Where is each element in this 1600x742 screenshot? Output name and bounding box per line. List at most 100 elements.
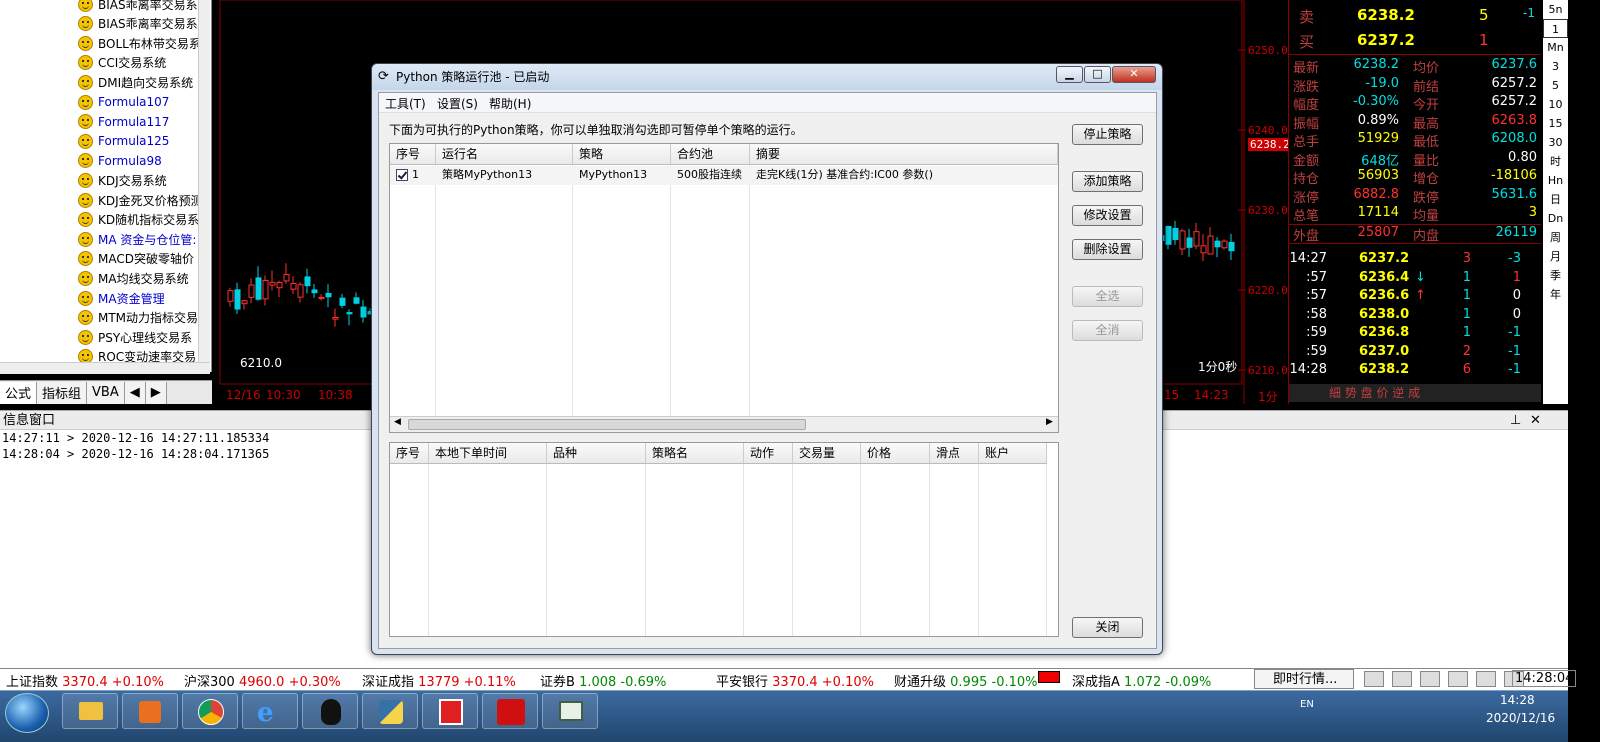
ticker-item[interactable]: 上证指数 3370.4 +0.10% bbox=[6, 671, 164, 690]
explorer-taskbar-button[interactable] bbox=[62, 693, 118, 729]
period-button[interactable]: 1 bbox=[1543, 19, 1568, 38]
realtime-quote-button[interactable]: 即时行情... bbox=[1254, 669, 1354, 689]
editor-taskbar-button[interactable] bbox=[422, 693, 478, 729]
tree-item[interactable]: KDJ交易系统 bbox=[78, 170, 167, 190]
period-button[interactable]: Dn bbox=[1543, 209, 1568, 228]
tab-formula[interactable]: 公式 bbox=[0, 381, 38, 404]
order-column-header[interactable]: 交易量 bbox=[793, 443, 861, 464]
language-indicator[interactable]: EN bbox=[1300, 699, 1314, 710]
ticker-item[interactable]: 深证成指 13779 +0.11% bbox=[362, 671, 516, 690]
order-column-header[interactable]: 策略名 bbox=[646, 443, 744, 464]
period-button[interactable]: 15 bbox=[1543, 114, 1568, 133]
period-label[interactable]: 1分 bbox=[1258, 388, 1278, 405]
tree-item[interactable]: CCI交易系统 bbox=[78, 53, 166, 73]
strategy-column-header[interactable]: 合约池 bbox=[671, 144, 750, 165]
tab-scroll-left[interactable]: ◀ bbox=[124, 381, 146, 404]
tree-item[interactable]: MA 资金与仓位管: bbox=[78, 229, 196, 249]
ticker-item[interactable]: 证券B 1.008 -0.69% bbox=[540, 671, 666, 690]
maximize-button[interactable]: □ bbox=[1084, 66, 1111, 83]
dialog-titlebar[interactable]: ⟳ Python 策略运行池 - 已启动 ▁ □ ✕ bbox=[372, 64, 1162, 90]
tree-item[interactable]: KD随机指标交易系 bbox=[78, 210, 199, 230]
strategy-column-header[interactable]: 序号 bbox=[390, 144, 436, 165]
period-button[interactable]: 5 bbox=[1543, 76, 1568, 95]
order-column-header[interactable]: 账户 bbox=[979, 443, 1047, 464]
strategy-column-header[interactable]: 摘要 bbox=[750, 144, 1058, 165]
tree-item[interactable]: BOLL布林带交易系 bbox=[78, 33, 200, 53]
period-button[interactable]: 年 bbox=[1543, 285, 1568, 304]
tab-indicator-group[interactable]: 指标组 bbox=[37, 381, 88, 404]
pin-icon[interactable]: ⊥ bbox=[1510, 411, 1521, 431]
period-button[interactable]: 季 bbox=[1543, 266, 1568, 285]
tab-scroll-right[interactable]: ▶ bbox=[145, 381, 167, 404]
tree-item[interactable]: BIAS乖离率交易系 bbox=[78, 14, 198, 34]
stop-strategy-button[interactable]: 停止策略 bbox=[1072, 124, 1143, 145]
database-icon[interactable] bbox=[1392, 671, 1412, 687]
close-button[interactable]: ✕ bbox=[1112, 66, 1156, 83]
tree-item[interactable]: DMI趋向交易系统 bbox=[78, 72, 193, 92]
ie-taskbar-button[interactable]: e bbox=[242, 693, 298, 729]
deselect-all-button[interactable]: 全消 bbox=[1072, 320, 1143, 341]
period-button[interactable]: 5n bbox=[1543, 0, 1568, 19]
tree-item[interactable]: MA均线交易系统 bbox=[78, 268, 189, 288]
add-strategy-button[interactable]: 添加策略 bbox=[1072, 171, 1143, 192]
dialog-close-button[interactable]: 关闭 bbox=[1072, 617, 1143, 638]
menu-settings[interactable]: 设置(S) bbox=[437, 95, 478, 112]
ticker-item[interactable]: 财通升级 0.995 -0.10% bbox=[894, 671, 1038, 690]
tree-item[interactable]: Formula107 bbox=[78, 92, 169, 112]
period-button[interactable]: 30 bbox=[1543, 133, 1568, 152]
start-button[interactable] bbox=[5, 693, 49, 733]
minimize-button[interactable]: ▁ bbox=[1056, 66, 1083, 83]
scrollbar-thumb[interactable] bbox=[408, 419, 806, 430]
period-button[interactable]: 3 bbox=[1543, 57, 1568, 76]
clock-time[interactable]: 14:28 bbox=[1500, 693, 1535, 707]
delete-settings-button[interactable]: 删除设置 bbox=[1072, 239, 1143, 260]
strategy-column-header[interactable]: 策略 bbox=[573, 144, 671, 165]
menu-help[interactable]: 帮助(H) bbox=[489, 95, 531, 112]
modify-settings-button[interactable]: 修改设置 bbox=[1072, 205, 1143, 226]
tree-item[interactable]: MACD突破零轴价 bbox=[78, 249, 194, 269]
qq-taskbar-button[interactable] bbox=[302, 693, 358, 729]
chrome-taskbar-button[interactable] bbox=[182, 693, 238, 729]
strategy-enable-checkbox[interactable] bbox=[396, 169, 408, 181]
menu-tools[interactable]: 工具(T) bbox=[385, 95, 426, 112]
strategy-column-header[interactable]: 运行名 bbox=[436, 144, 573, 165]
ticker-item[interactable]: 平安银行 3370.4 +0.10% bbox=[716, 671, 874, 690]
period-button[interactable]: 月 bbox=[1543, 247, 1568, 266]
period-button[interactable]: Mn bbox=[1543, 38, 1568, 57]
select-all-button[interactable]: 全选 bbox=[1072, 286, 1143, 307]
keyboard-icon[interactable] bbox=[1476, 671, 1496, 687]
quote-bottom-tabs[interactable]: 細 势 盘 价 逆 成 bbox=[1289, 384, 1541, 402]
tree-horizontal-scrollbar[interactable] bbox=[0, 362, 210, 374]
scroll-right-icon[interactable]: ▶ bbox=[1046, 417, 1053, 427]
period-button[interactable]: Hn bbox=[1543, 171, 1568, 190]
window-taskbar-button[interactable] bbox=[542, 693, 598, 729]
python-icon[interactable] bbox=[1364, 671, 1384, 687]
tool-icon[interactable] bbox=[1420, 671, 1440, 687]
period-button[interactable]: 周 bbox=[1543, 228, 1568, 247]
clock-date[interactable]: 2020/12/16 bbox=[1486, 711, 1555, 725]
order-column-header[interactable]: 动作 bbox=[744, 443, 793, 464]
order-column-header[interactable]: 价格 bbox=[861, 443, 930, 464]
tree-vertical-scrollbar[interactable] bbox=[198, 0, 210, 372]
order-column-header[interactable]: 本地下单时间 bbox=[429, 443, 547, 464]
order-column-header[interactable]: 序号 bbox=[390, 443, 429, 464]
scroll-left-icon[interactable]: ◀ bbox=[394, 417, 401, 427]
trading-app-taskbar-button[interactable] bbox=[482, 693, 538, 729]
media-player-taskbar-button[interactable] bbox=[122, 693, 178, 729]
order-column-header[interactable]: 滑点 bbox=[930, 443, 979, 464]
tree-item[interactable]: KDJ金死叉价格预测 bbox=[78, 190, 200, 210]
ticker-item[interactable]: 深成指A 1.072 -0.09% bbox=[1072, 671, 1211, 690]
period-button[interactable]: 10 bbox=[1543, 95, 1568, 114]
close-icon[interactable]: ✕ bbox=[1530, 411, 1541, 431]
period-button[interactable]: 时 bbox=[1543, 152, 1568, 171]
bell-icon[interactable] bbox=[1448, 671, 1468, 687]
period-button[interactable]: 日 bbox=[1543, 190, 1568, 209]
tree-item[interactable]: PSY心理线交易系 bbox=[78, 327, 192, 347]
python-taskbar-button[interactable] bbox=[362, 693, 418, 729]
strategy-grid-hscrollbar[interactable]: ◀ ▶ bbox=[390, 416, 1058, 432]
order-column-header[interactable]: 品种 bbox=[547, 443, 646, 464]
strategy-row[interactable]: 1 策略MyPython13 MyPython13 500股指连续 走完K线(1分) 基… bbox=[390, 166, 1058, 185]
tree-item[interactable]: MTM动力指标交易 bbox=[78, 308, 198, 328]
tree-item[interactable]: MA资金管理 bbox=[78, 288, 165, 308]
tree-item[interactable]: Formula125 bbox=[78, 131, 169, 151]
